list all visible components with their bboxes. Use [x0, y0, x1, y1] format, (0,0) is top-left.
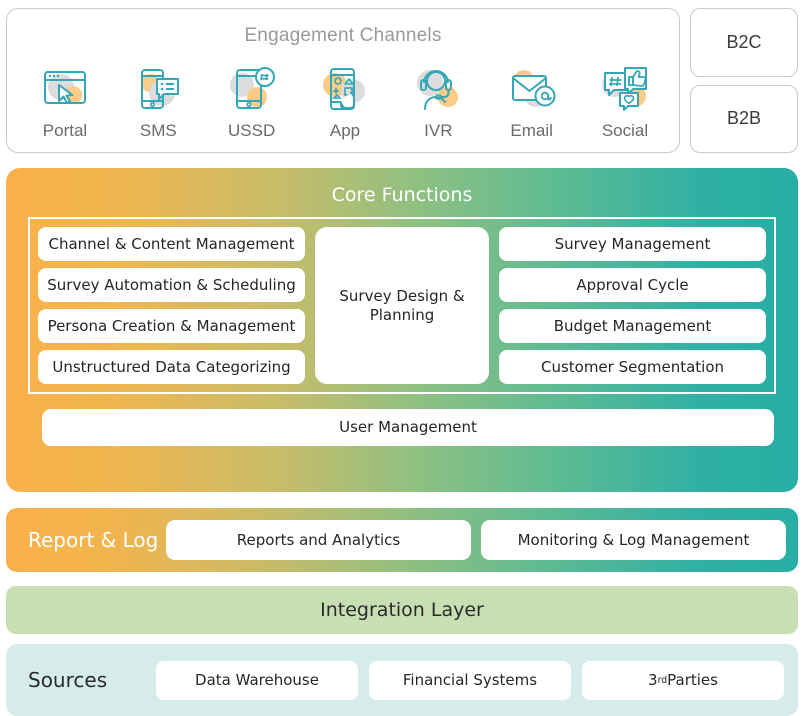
integration-layer-label: Integration Layer	[320, 599, 484, 621]
mobile-chat-bubble-icon	[130, 61, 186, 117]
core-functions-section: Core Functions Channel & Content Managem…	[6, 168, 798, 492]
report-card[interactable]: Monitoring & Log Management	[481, 520, 786, 560]
sources-card-list: Data Warehouse Financial Systems 3rd Par…	[156, 660, 784, 700]
report-and-log-section: Report & Log Reports and Analytics Monit…	[6, 508, 798, 572]
channel-label: IVR	[419, 121, 458, 141]
channel-item-portal[interactable]: Portal	[21, 61, 109, 141]
core-card[interactable]: Survey Automation & Scheduling	[38, 268, 305, 302]
channel-item-app[interactable]: App	[301, 61, 389, 141]
report-card[interactable]: Reports and Analytics	[166, 520, 471, 560]
integration-layer-section: Integration Layer	[6, 586, 798, 634]
browser-window-cursor-icon	[37, 61, 93, 117]
core-card-user-management[interactable]: User Management	[42, 409, 774, 446]
segment-column: B2C B2B	[690, 8, 798, 153]
top-row: Engagement Channels Portal SMS USSD App …	[0, 0, 804, 160]
sources-label: Sources	[28, 668, 108, 692]
core-functions-title: Core Functions	[331, 184, 473, 206]
source-card[interactable]: Financial Systems	[369, 660, 571, 700]
channel-item-ussd[interactable]: USSD	[208, 61, 296, 141]
envelope-at-icon	[504, 61, 560, 117]
engagement-channels-panel: Engagement Channels Portal SMS USSD App …	[6, 8, 680, 153]
hashtag-thumbsup-icon	[597, 61, 653, 117]
core-card[interactable]: Persona Creation & Management	[38, 309, 305, 343]
headset-agent-icon	[410, 61, 466, 117]
report-card-list: Reports and Analytics Monitoring & Log M…	[166, 520, 786, 560]
report-and-log-label: Report & Log	[28, 528, 159, 552]
channel-item-email[interactable]: Email	[488, 61, 576, 141]
engagement-channels-title: Engagement Channels	[244, 25, 442, 46]
core-card[interactable]: Approval Cycle	[499, 268, 766, 302]
core-card[interactable]: Budget Management	[499, 309, 766, 343]
source-card[interactable]: 3rd Parties	[582, 660, 784, 700]
core-left-column: Channel & Content Management Survey Auto…	[38, 227, 305, 384]
source-card[interactable]: Data Warehouse	[156, 660, 358, 700]
core-card[interactable]: Survey Management	[499, 227, 766, 261]
channel-item-ivr[interactable]: IVR	[394, 61, 482, 141]
channel-label: App	[324, 121, 366, 141]
channel-item-sms[interactable]: SMS	[114, 61, 202, 141]
core-card[interactable]: Customer Segmentation	[499, 350, 766, 384]
channel-label: Portal	[37, 121, 93, 141]
segment-b2c[interactable]: B2C	[690, 8, 798, 77]
mobile-hash-icon	[224, 61, 280, 117]
core-functions-grid: Channel & Content Management Survey Auto…	[38, 227, 766, 384]
channel-label: Email	[505, 121, 558, 141]
channel-list: Portal SMS USSD App IVR Email Social	[21, 61, 669, 141]
channel-item-social[interactable]: Social	[581, 61, 669, 141]
core-card[interactable]: Unstructured Data Categorizing	[38, 350, 305, 384]
architecture-diagram: Engagement Channels Portal SMS USSD App …	[0, 0, 804, 716]
mobile-app-tap-icon	[317, 61, 373, 117]
channel-label: Social	[596, 121, 654, 141]
core-card[interactable]: Channel & Content Management	[38, 227, 305, 261]
sources-section: Sources Data Warehouse Financial Systems…	[6, 644, 798, 716]
core-center-column: Survey Design & Planning	[315, 227, 489, 384]
core-right-column: Survey Management Approval Cycle Budget …	[499, 227, 766, 384]
core-card-survey-design[interactable]: Survey Design & Planning	[315, 227, 489, 384]
segment-b2b[interactable]: B2B	[690, 84, 798, 153]
channel-label: SMS	[134, 121, 182, 141]
channel-label: USSD	[223, 121, 281, 141]
